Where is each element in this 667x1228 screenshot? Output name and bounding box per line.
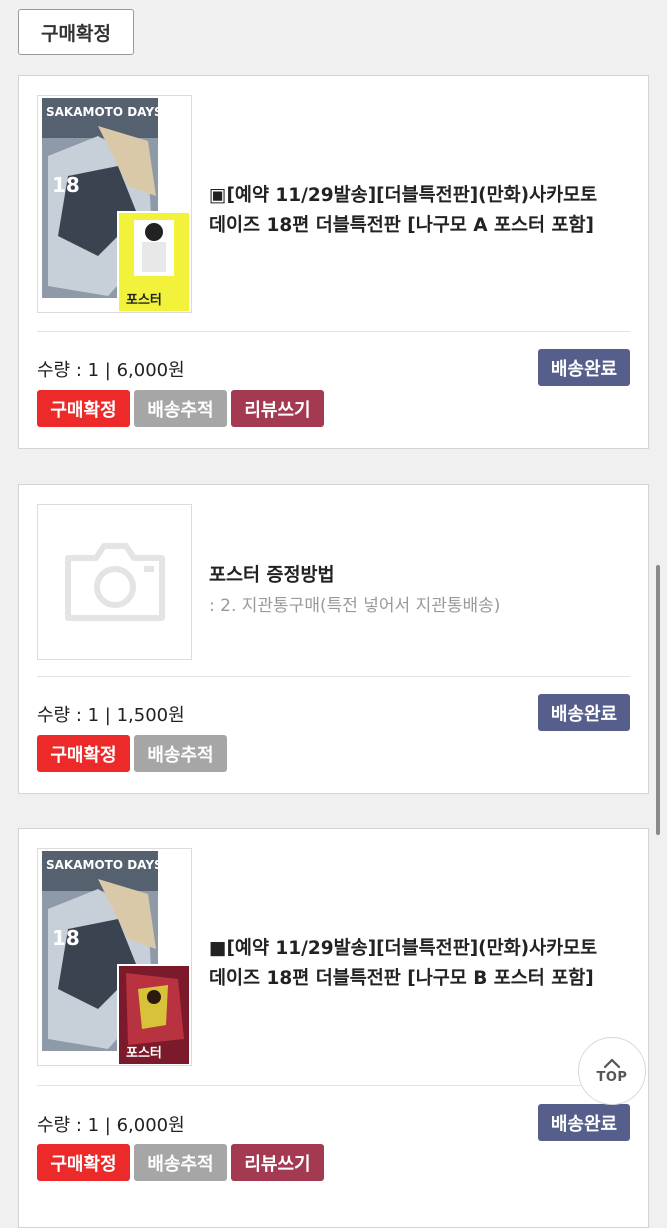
chevron-up-icon — [603, 1058, 621, 1069]
top-label: TOP — [596, 1070, 628, 1085]
product-title[interactable]: ▣[예약 11/29발송][더블특전판](만화)사카모토 데이즈 18편 더블특… — [209, 181, 630, 241]
scroll-to-top-button[interactable]: TOP — [578, 1037, 646, 1105]
product-title[interactable]: ■[예약 11/29발송][더블특전판](만화)사카모토 데이즈 18편 더블특… — [209, 934, 630, 994]
write-review-button[interactable]: 리뷰쓰기 — [231, 1144, 324, 1181]
quantity-price: 수량 : 1 | 6,000원 — [37, 1115, 185, 1136]
action-buttons: 구매확정 배송추적 리뷰쓰기 — [37, 390, 324, 427]
action-buttons: 구매확정 배송추적 리뷰쓰기 — [37, 1144, 324, 1181]
cover-title-text: SAKAMOTO DAYS — [46, 858, 163, 872]
poster-label-text: 포스터 — [126, 1045, 162, 1061]
track-delivery-button[interactable]: 배송추적 — [134, 735, 227, 772]
cover-volume-text: 18 — [52, 173, 80, 197]
status-badge: 배송완료 — [538, 349, 630, 386]
purchase-confirm-button[interactable]: 구매확정 — [18, 9, 134, 55]
action-buttons: 구매확정 배송추적 — [37, 735, 227, 772]
product-thumbnail[interactable]: SAKAMOTO DAYS 18 포스터 — [37, 848, 192, 1066]
track-delivery-button[interactable]: 배송추적 — [134, 1144, 227, 1181]
product-thumbnail[interactable]: SAKAMOTO DAYS 18 포스터 — [37, 95, 192, 313]
status-badge: 배송완료 — [538, 1104, 630, 1141]
divider — [37, 331, 630, 332]
product-title[interactable]: 포스터 증정방법 — [209, 561, 630, 591]
status-badge: 배송완료 — [538, 694, 630, 731]
confirm-purchase-button[interactable]: 구매확정 — [37, 1144, 130, 1181]
poster-label-text: 포스터 — [126, 292, 162, 308]
product-option: : 2. 지관통구매(특전 넣어서 지관통배송) — [209, 596, 501, 616]
divider — [37, 1085, 630, 1086]
divider — [37, 676, 630, 677]
order-card: 포스터 증정방법 : 2. 지관통구매(특전 넣어서 지관통배송) 수량 : 1… — [18, 484, 649, 794]
order-card: SAKAMOTO DAYS 18 포스터 ■[예약 11/29발송][더블특전판… — [18, 828, 649, 1228]
cover-title-text: SAKAMOTO DAYS — [46, 105, 163, 119]
quantity-price: 수량 : 1 | 6,000원 — [37, 360, 185, 381]
confirm-purchase-button[interactable]: 구매확정 — [37, 735, 130, 772]
confirm-purchase-button[interactable]: 구매확정 — [37, 390, 130, 427]
write-review-button[interactable]: 리뷰쓰기 — [231, 390, 324, 427]
scrollbar[interactable] — [656, 565, 660, 835]
cover-volume-text: 18 — [52, 926, 80, 950]
quantity-price: 수량 : 1 | 1,500원 — [37, 705, 185, 726]
product-thumbnail[interactable] — [37, 504, 192, 660]
camera-placeholder-icon — [64, 543, 165, 621]
order-card: SAKAMOTO DAYS 18 포스터 ▣[예약 11/29발송][더블특전판… — [18, 75, 649, 449]
track-delivery-button[interactable]: 배송추적 — [134, 390, 227, 427]
